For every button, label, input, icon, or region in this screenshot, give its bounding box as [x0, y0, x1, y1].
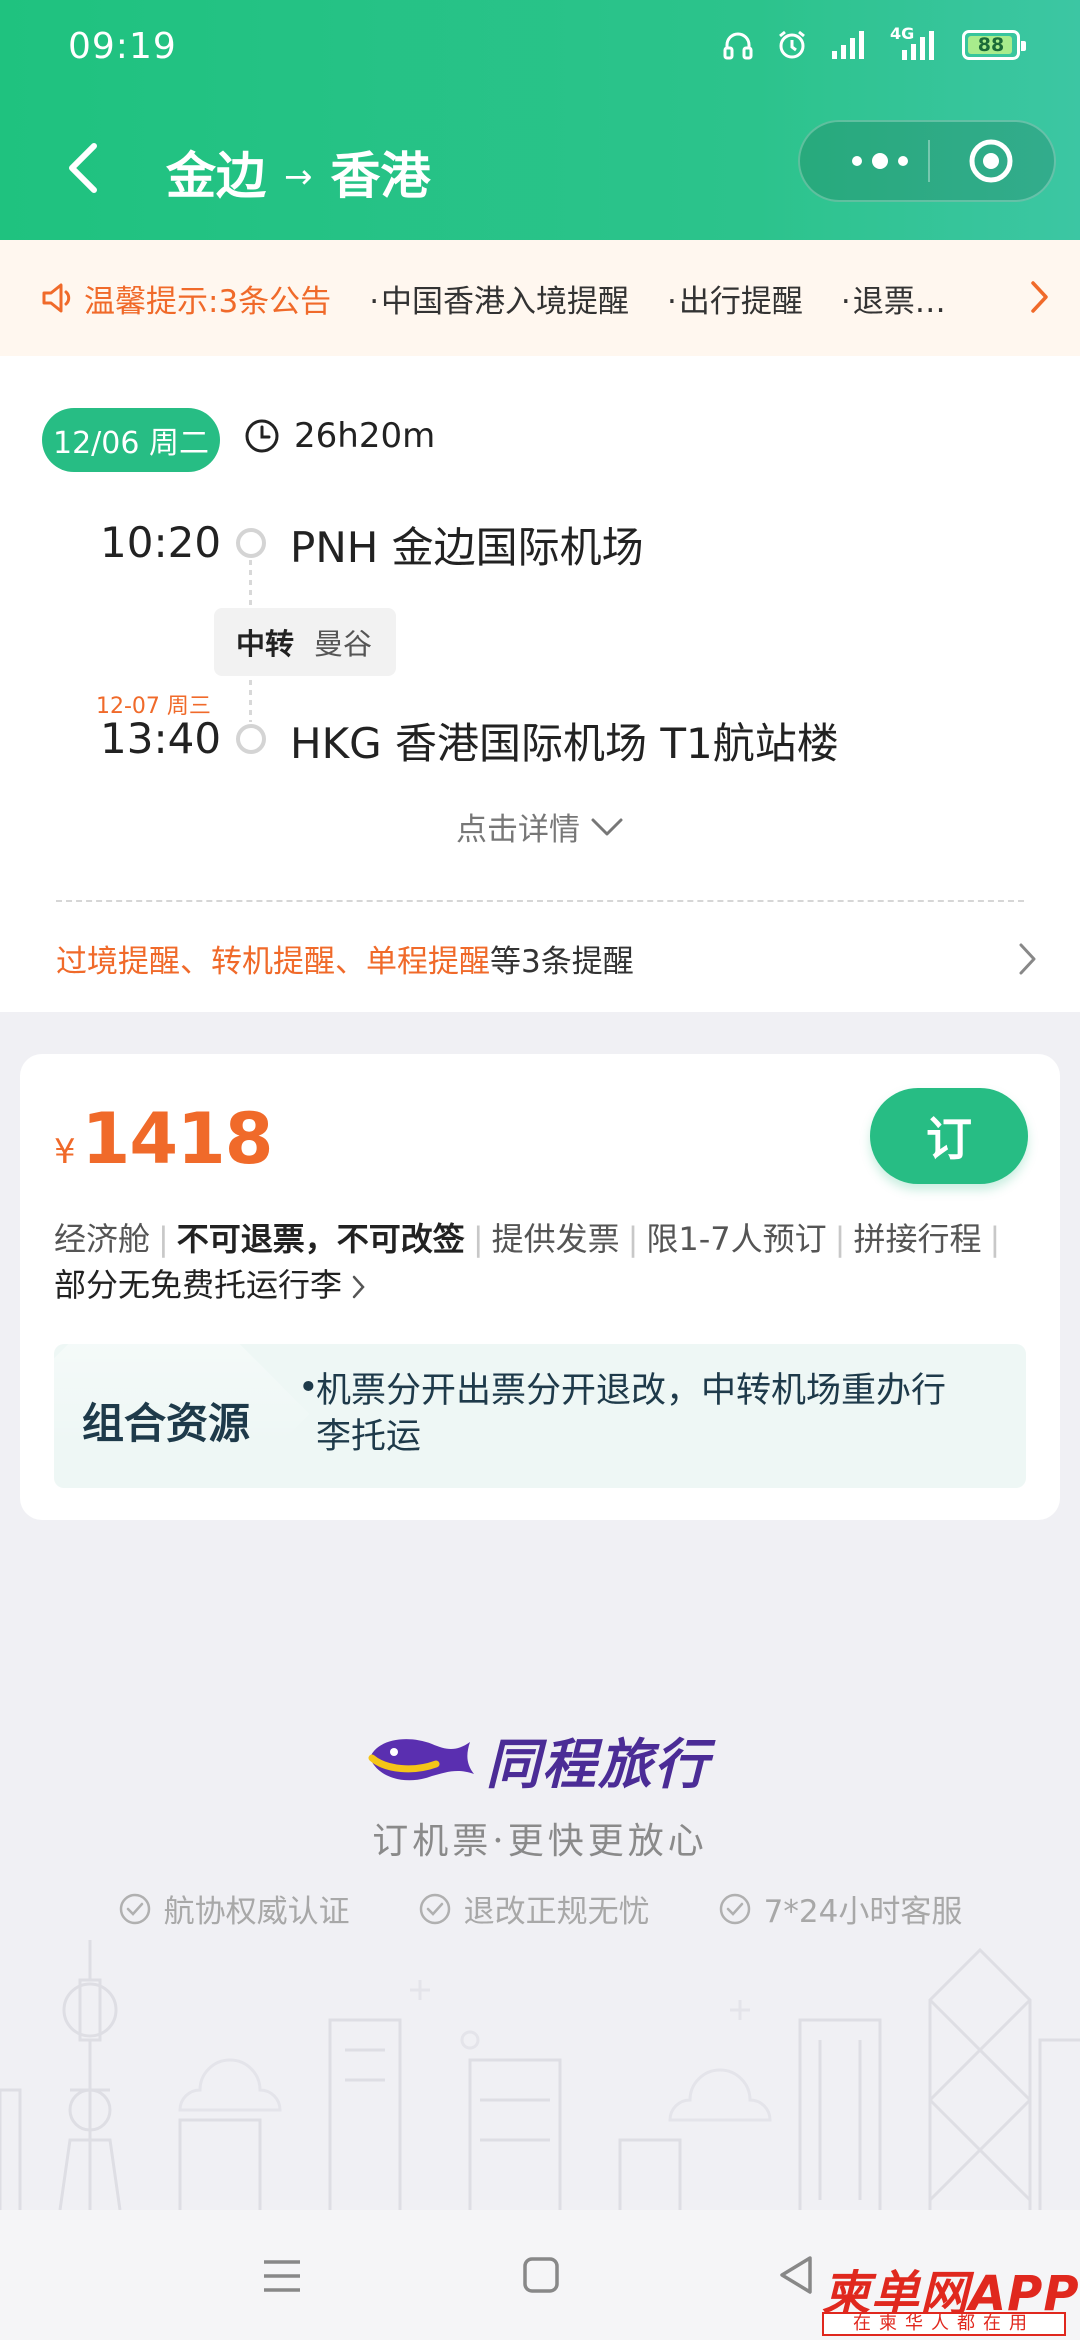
alarm-icon — [779, 30, 805, 59]
notice-bar[interactable]: 温馨提示: 3条公告 中国香港入境提醒 出行提醒 退票… — [0, 240, 1080, 356]
feature-invoice: 提供发票 — [491, 1220, 620, 1258]
battery-icon: 88 — [962, 30, 1026, 60]
status-icons: 4G 88 — [722, 24, 1026, 62]
duration: 26h20m — [244, 416, 435, 456]
badge: 7*24小时客服 — [718, 1886, 963, 1931]
duration-text: 26h20m — [294, 416, 436, 456]
reminders-link[interactable]: 过境提醒、转机提醒、单程提醒等3条提醒 — [56, 936, 634, 981]
route-title: 金边 → 香港 — [166, 136, 431, 208]
departure-time: 10:20 — [100, 518, 222, 567]
chevron-right-icon[interactable] — [1030, 280, 1050, 314]
departure-dot — [236, 528, 266, 558]
fare-card: ¥ 1418 订 经济舱 | 不可退票，不可改签 | 提供发票 | 限1-7人预订 | 拼接行程… — [20, 1054, 1060, 1520]
chevron-right-icon[interactable] — [1018, 942, 1038, 976]
details-link[interactable]: 点击详情 — [0, 804, 1080, 849]
fare-features: 经济舱 | 不可退票，不可改签 | 提供发票 | 限1-7人预订 | 拼接行程 | 部分无免费托运… — [54, 1220, 1001, 1304]
feature-cabin: 经济舱 — [54, 1220, 151, 1258]
badge-text: 7*24小时客服 — [763, 1894, 963, 1930]
combo-resource-box: 组合资源 • 机票分开出票分开退改，中转机场重办行李托运 — [54, 1344, 1026, 1488]
notice-count: 3条公告 — [218, 283, 332, 320]
arrival-time: 13:40 — [100, 714, 222, 763]
badge: 退改正规无忧 — [418, 1886, 650, 1931]
date-pill: 12/06 周二 — [42, 408, 220, 472]
clock-icon — [245, 419, 279, 453]
skyline-illustration — [0, 1940, 1080, 2210]
badge-text: 退改正规无忧 — [463, 1894, 650, 1930]
battery-level: 88 — [977, 34, 1005, 56]
header: 09:19 4G 88 金边 → 香港 — [0, 0, 1080, 240]
transit-badge: 中转 曼谷 — [214, 608, 396, 676]
check-circle-icon — [419, 1893, 450, 1924]
baggage-text: 部分无免费托运行李 — [54, 1266, 343, 1304]
miniapp-capsule — [798, 120, 1056, 202]
currency-symbol: ¥ — [54, 1132, 76, 1172]
chevron-right-icon — [352, 1275, 365, 1299]
price: ¥ 1418 — [54, 1098, 274, 1180]
more-icon[interactable] — [830, 122, 930, 200]
signal-icon — [832, 31, 864, 59]
transit-city: 曼谷 — [314, 627, 373, 661]
headphones-icon — [723, 32, 753, 60]
feature-combined-trip: 拼接行程 — [853, 1220, 982, 1258]
divider — [56, 900, 1024, 902]
origin-city: 金边 — [166, 147, 266, 205]
notice-item[interactable]: 出行提醒 — [667, 276, 803, 321]
check-circle-icon — [719, 1893, 750, 1924]
price-amount: 1418 — [81, 1098, 274, 1180]
signal-4g-icon: 4G — [890, 24, 940, 62]
chevron-down-icon — [591, 818, 623, 835]
recent-apps-icon[interactable] — [262, 2256, 302, 2296]
arrival-dot — [236, 724, 266, 754]
brand-logo: 同程旅行 — [366, 1720, 710, 1799]
route-arrow: → — [284, 157, 313, 197]
combo-title: 组合资源 — [82, 1399, 251, 1448]
departure-airport: PNH 金边国际机场 — [290, 523, 644, 572]
badge-text: 航协权威认证 — [163, 1894, 350, 1930]
feature-refund: 不可退票，不可改签 — [176, 1220, 465, 1258]
speaker-icon — [42, 283, 71, 313]
flight-card: 12/06 周二 26h20m 10:20 PNH 金边国际机场 中转 曼谷 1… — [0, 356, 1080, 1012]
destination-city: 香港 — [330, 147, 431, 205]
check-circle-icon — [119, 1893, 150, 1924]
reminders-highlight: 过境提醒、转机提醒、单程提醒 — [56, 944, 490, 980]
watermark: 柬单网APP 在柬华人都在用 — [822, 2254, 1079, 2338]
notice-label: 温馨提示: — [84, 283, 219, 320]
arrival-airport: HKG 香港国际机场 T1航站楼 — [290, 719, 839, 768]
brand-slogan: 订机票·更快更放心 — [372, 1821, 708, 1862]
back-icon[interactable] — [60, 138, 110, 198]
brand-name: 同程旅行 — [486, 1733, 710, 1796]
trust-badges: 航协权威认证 退改正规无忧 7*24小时客服 — [0, 1886, 1080, 1931]
combo-description: 机票分开出票分开退改，中转机场重办行李托运 — [316, 1371, 947, 1457]
feature-passenger-limit: 限1-7人预订 — [646, 1220, 827, 1258]
status-time: 09:19 — [68, 26, 177, 67]
close-miniapp-icon[interactable] — [968, 138, 1014, 184]
status-bar: 09:19 4G 88 — [0, 0, 1080, 96]
details-label: 点击详情 — [456, 812, 580, 848]
book-button[interactable]: 订 — [870, 1088, 1028, 1184]
whale-logo-icon — [368, 1738, 474, 1780]
badge: 航协权威认证 — [118, 1886, 350, 1931]
home-icon[interactable] — [522, 2256, 560, 2294]
baggage-link[interactable]: 部分无免费托运行李 — [54, 1266, 366, 1304]
reminders-rest: 等3条提醒 — [490, 944, 634, 980]
watermark-sub: 在柬华人都在用 — [822, 2312, 1066, 2336]
transit-tag: 中转 — [236, 627, 295, 661]
system-back-icon[interactable] — [778, 2254, 814, 2296]
notice-item[interactable]: 退票… — [841, 276, 946, 321]
notice-item[interactable]: 中国香港入境提醒 — [369, 276, 629, 321]
